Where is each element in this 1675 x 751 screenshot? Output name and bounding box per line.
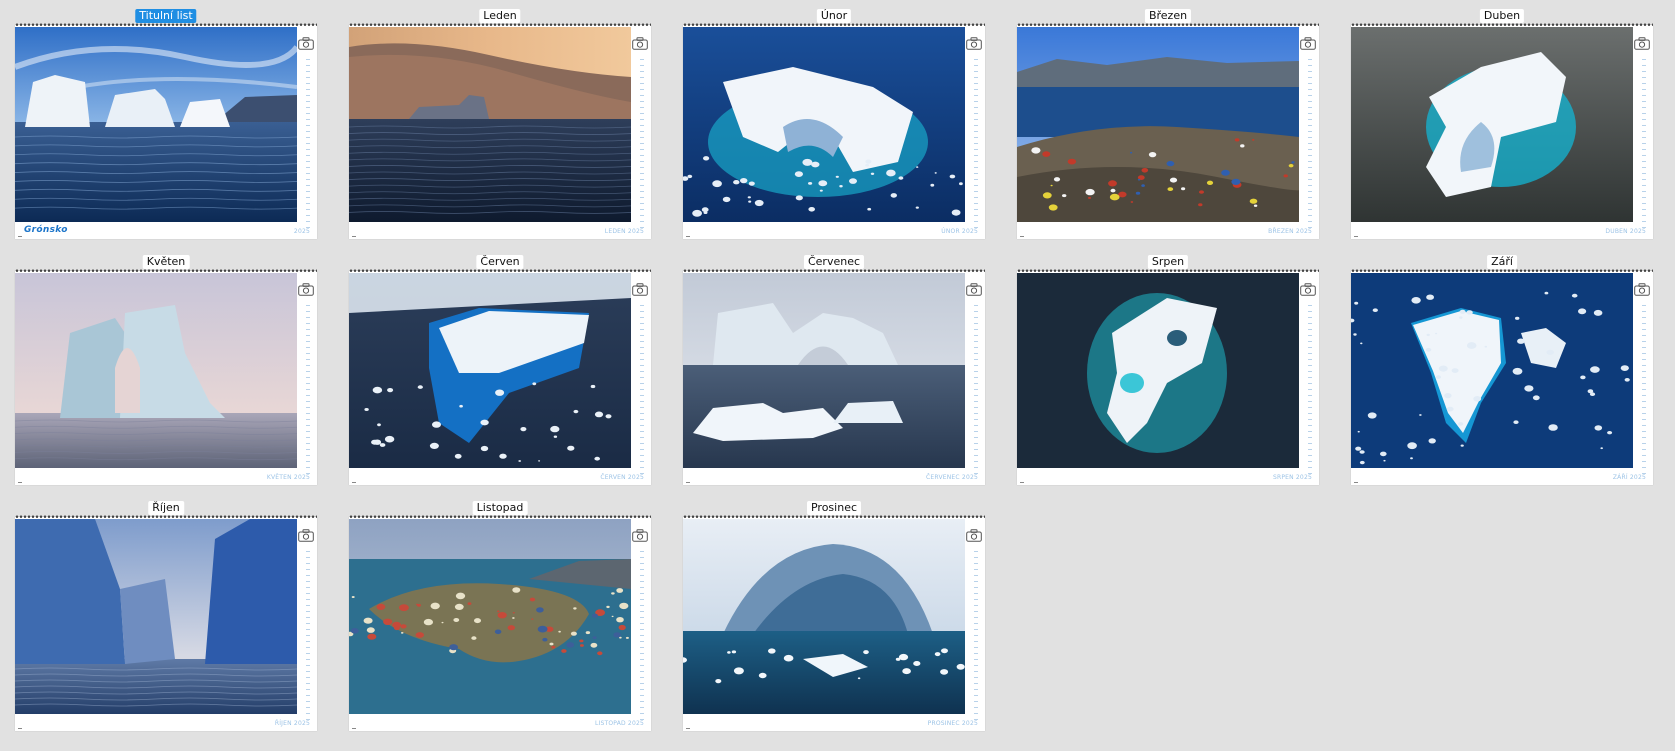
calendar-day-strip [1308, 59, 1312, 229]
page-footer-label: DUBEN 2025 [1605, 228, 1646, 235]
page-photo[interactable] [683, 27, 965, 222]
page-photo[interactable] [1351, 27, 1633, 222]
camera-icon[interactable] [966, 281, 982, 296]
calendar-page-month-9[interactable]: ZÁŘÍ 2025 Září [1351, 255, 1653, 485]
calendar-page-month-2[interactable]: ÚNOR 2025 Únor [683, 9, 985, 239]
page-photo[interactable] [683, 519, 965, 714]
camera-icon[interactable] [966, 527, 982, 542]
page-footer-label: SRPEN 2025 [1272, 474, 1312, 481]
page-name-tag[interactable]: Březen [1144, 9, 1192, 23]
calendar-day-strip [640, 305, 644, 475]
page-name-tag[interactable]: Únor [816, 9, 852, 23]
camera-icon[interactable] [298, 527, 314, 542]
calendar-page-month-3[interactable]: BŘEZEN 2025 Březen [1017, 9, 1319, 239]
calendar-page-month-10[interactable]: ŘÍJEN 2025 Říjen [15, 501, 317, 731]
calendar-day-strip [974, 305, 978, 475]
calendar-day-strip [306, 305, 310, 475]
corner-mark [352, 236, 356, 237]
page-name-tag[interactable]: Listopad [472, 501, 528, 515]
calendar-day-strip [640, 551, 644, 721]
page-photo[interactable] [349, 519, 631, 714]
calendar-page-cover[interactable]: Grónsko 2025 Titulní list [15, 9, 317, 239]
camera-icon[interactable] [632, 35, 648, 50]
calendar-day-strip [306, 59, 310, 229]
camera-icon[interactable] [1300, 35, 1316, 50]
calendar-page-month-11[interactable]: LISTOPAD 2025 Listopad [349, 501, 651, 731]
page-photo[interactable] [15, 27, 297, 222]
page-footer-label: ZÁŘÍ 2025 [1612, 474, 1646, 481]
page-footer-label: ÚNOR 2025 [941, 228, 978, 235]
page-name-tag[interactable]: Září [1487, 255, 1517, 269]
page-footer-label: PROSINEC 2025 [927, 720, 978, 727]
camera-icon[interactable] [1634, 281, 1650, 296]
cover-title: Grónsko [24, 225, 68, 235]
camera-icon[interactable] [632, 281, 648, 296]
page-name-tag[interactable]: Červen [476, 255, 524, 269]
page-name-tag[interactable]: Prosinec [806, 501, 862, 515]
calendar-page-month-1[interactable]: LEDEN 2025 Leden [349, 9, 651, 239]
page-name-tag[interactable]: Říjen [148, 501, 184, 515]
page-photo[interactable] [1017, 273, 1299, 468]
page-grid: Grónsko 2025 Titulní list LEDEN 2025 Led… [0, 0, 1675, 751]
page-photo[interactable] [15, 273, 297, 468]
page-footer-label: LISTOPAD 2025 [594, 720, 644, 727]
page-name-tag[interactable]: Květen [142, 255, 190, 269]
camera-icon[interactable] [1634, 35, 1650, 50]
corner-mark [1020, 482, 1024, 483]
page-photo[interactable] [15, 519, 297, 714]
calendar-day-strip [1642, 305, 1646, 475]
page-photo[interactable] [683, 273, 965, 468]
page-footer-label: ČERVENEC 2025 [926, 474, 978, 481]
corner-mark [1020, 236, 1024, 237]
camera-icon[interactable] [966, 35, 982, 50]
camera-icon[interactable] [632, 527, 648, 542]
corner-mark [18, 728, 22, 729]
page-footer-label: LEDEN 2025 [604, 228, 644, 235]
page-footer-label: BŘEZEN 2025 [1268, 228, 1312, 235]
page-photo[interactable] [1351, 273, 1633, 468]
page-photo[interactable] [349, 27, 631, 222]
page-footer-label: 2025 [293, 228, 310, 235]
corner-mark [686, 236, 690, 237]
page-footer-label: KVĚTEN 2025 [266, 474, 310, 481]
calendar-day-strip [306, 551, 310, 721]
page-name-tag[interactable]: Červenec [803, 255, 865, 269]
page-name-tag[interactable]: Srpen [1147, 255, 1189, 269]
page-photo[interactable] [1017, 27, 1299, 222]
calendar-day-strip [1642, 59, 1646, 229]
calendar-page-month-8[interactable]: SRPEN 2025 Srpen [1017, 255, 1319, 485]
page-name-tag[interactable]: Titulní list [135, 9, 197, 23]
corner-mark [18, 236, 22, 237]
page-footer-label: ČERVEN 2025 [600, 474, 644, 481]
corner-mark [352, 482, 356, 483]
page-photo[interactable] [349, 273, 631, 468]
calendar-day-strip [974, 551, 978, 721]
corner-mark [686, 728, 690, 729]
calendar-day-strip [640, 59, 644, 229]
camera-icon[interactable] [1300, 281, 1316, 296]
calendar-page-month-4[interactable]: DUBEN 2025 Duben [1351, 9, 1653, 239]
page-name-tag[interactable]: Leden [479, 9, 521, 23]
page-name-tag[interactable]: Duben [1479, 9, 1525, 23]
calendar-day-strip [1308, 305, 1312, 475]
camera-icon[interactable] [298, 281, 314, 296]
calendar-day-strip [974, 59, 978, 229]
calendar-page-month-7[interactable]: ČERVENEC 2025 Červenec [683, 255, 985, 485]
corner-mark [1354, 236, 1358, 237]
camera-icon[interactable] [298, 35, 314, 50]
calendar-page-month-6[interactable]: ČERVEN 2025 Červen [349, 255, 651, 485]
calendar-page-month-5[interactable]: KVĚTEN 2025 Květen [15, 255, 317, 485]
page-footer-label: ŘÍJEN 2025 [274, 720, 310, 727]
calendar-page-month-12[interactable]: PROSINEC 2025 Prosinec [683, 501, 985, 731]
corner-mark [1354, 482, 1358, 483]
corner-mark [686, 482, 690, 483]
corner-mark [18, 482, 22, 483]
corner-mark [352, 728, 356, 729]
